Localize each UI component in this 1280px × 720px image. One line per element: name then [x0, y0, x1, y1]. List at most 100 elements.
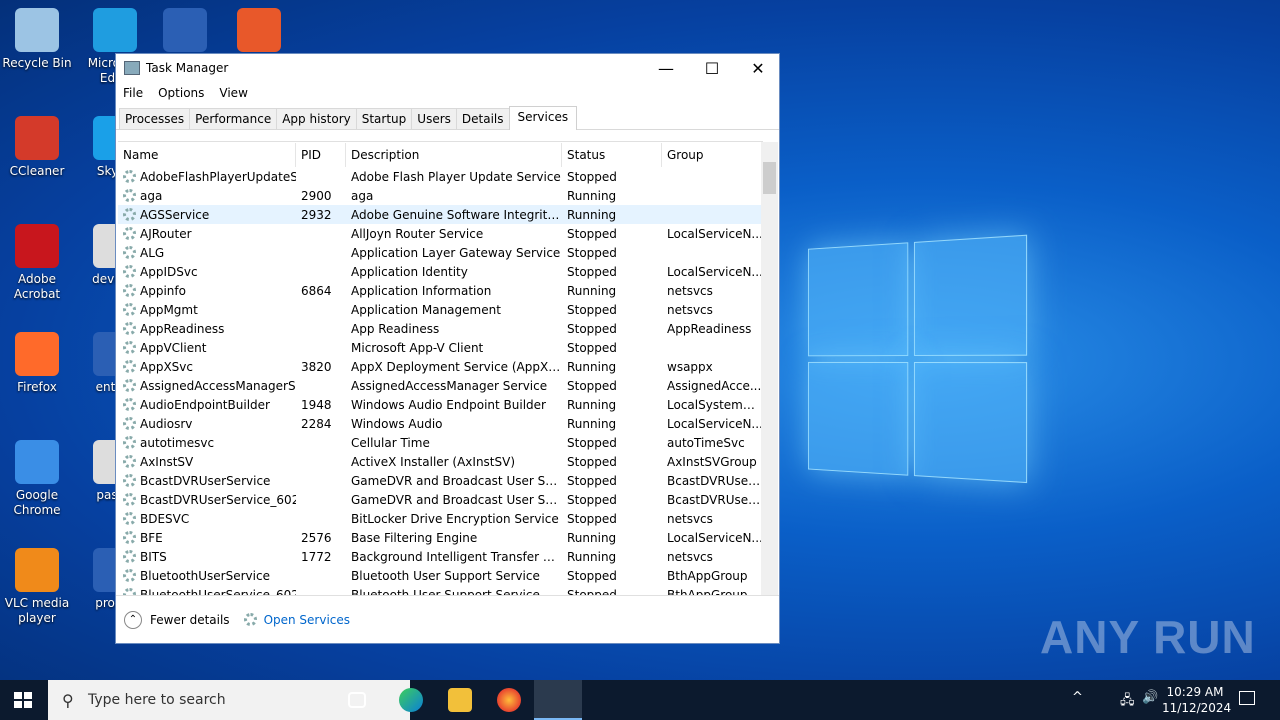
tab-processes[interactable]: Processes: [119, 108, 191, 129]
cell-status: Stopped: [567, 435, 617, 450]
table-row[interactable]: AGSService 2932 Adobe Genuine Software Int…: [118, 205, 763, 224]
table-row[interactable]: AppXSvc 3820 AppX Deployment Service (AppX…: [118, 357, 763, 376]
desktop-icon[interactable]: Recycle Bin: [0, 8, 74, 71]
table-row[interactable]: aga 2900 aga Running: [118, 186, 763, 205]
open-services-link[interactable]: Open Services: [264, 613, 350, 627]
service-gear-icon: [123, 246, 136, 259]
network-icon[interactable]: 🖧: [1120, 691, 1135, 713]
task-manager-taskbar-button[interactable]: [534, 680, 582, 720]
taskbar: ⚲ Type here to search ^ 🖧 🔊 10:29 AM 11/…: [0, 680, 1280, 720]
tab-details[interactable]: Details: [455, 108, 510, 129]
desktop-icon[interactable]: [148, 8, 222, 56]
cell-group: LocalSystemN...: [667, 397, 763, 412]
menu-options[interactable]: Options: [158, 86, 204, 100]
column-header-group[interactable]: Group: [662, 143, 763, 167]
service-gear-icon: [123, 189, 136, 202]
tab-startup[interactable]: Startup: [355, 108, 413, 129]
table-row[interactable]: BcastDVRUserService_6028a GameDVR and Bro…: [118, 490, 763, 509]
service-name: AssignedAccessManagerSvc: [140, 378, 296, 393]
cell-name: AdobeFlashPlayerUpdateSvc: [118, 170, 296, 184]
cell-status: Stopped: [567, 454, 617, 469]
cell-name: ALG: [118, 246, 296, 260]
start-button[interactable]: [14, 692, 32, 708]
service-name: AxInstSV: [140, 454, 194, 469]
minimize-button[interactable]: —: [643, 54, 689, 82]
cell-description: GameDVR and Broadcast User Servic...: [351, 492, 562, 507]
table-row[interactable]: autotimesvc Cellular Time Stopped autoTimeS…: [118, 433, 763, 452]
table-row[interactable]: BcastDVRUserService GameDVR and Broadcast…: [118, 471, 763, 490]
cell-group: netsvcs: [667, 302, 713, 317]
tab-app-history[interactable]: App history: [276, 108, 357, 129]
cell-description: BitLocker Drive Encryption Service: [351, 511, 559, 526]
cell-group: netsvcs: [667, 549, 713, 564]
close-button[interactable]: ✕: [735, 54, 781, 82]
tab-bar: Processes Performance App history Startup Us…: [116, 104, 779, 130]
file-explorer-icon[interactable]: [448, 688, 472, 712]
table-row[interactable]: ALG Application Layer Gateway Service Stop…: [118, 243, 763, 262]
cell-description: Cellular Time: [351, 435, 430, 450]
clock[interactable]: 10:29 AM 11/12/2024: [1162, 684, 1231, 716]
table-row[interactable]: Appinfo 6864 Application Information Runnin…: [118, 281, 763, 300]
tab-performance[interactable]: Performance: [189, 108, 278, 129]
desktop-icon[interactable]: Google Chrome: [0, 440, 74, 518]
table-row[interactable]: AppIDSvc Application Identity Stopped Local…: [118, 262, 763, 281]
edge-icon[interactable]: [399, 688, 423, 712]
chevron-up-icon[interactable]: ⌃: [124, 610, 142, 629]
maximize-button[interactable]: ☐: [689, 54, 735, 82]
cell-group: LocalServiceN...: [667, 226, 763, 241]
service-gear-icon: [123, 265, 136, 278]
fewer-details-button[interactable]: Fewer details: [150, 613, 230, 627]
table-row[interactable]: AdobeFlashPlayerUpdateSvc Adobe Flash Pla…: [118, 167, 763, 186]
clock-time: 10:29 AM: [1166, 685, 1224, 699]
cell-pid: 1772: [301, 549, 332, 564]
service-name: AppReadiness: [140, 321, 225, 336]
table-row[interactable]: AssignedAccessManagerSvc AssignedAccessMa…: [118, 376, 763, 395]
notification-icon[interactable]: [1239, 691, 1255, 705]
table-row[interactable]: BluetoothUserService Bluetooth User Suppo…: [118, 566, 763, 585]
firefox-icon[interactable]: [497, 688, 521, 712]
tab-services[interactable]: Services: [508, 106, 578, 130]
cell-status: Stopped: [567, 169, 617, 184]
service-name: AppIDSvc: [140, 264, 198, 279]
column-header-status[interactable]: Status: [562, 143, 662, 167]
tab-users[interactable]: Users: [411, 108, 457, 129]
table-row[interactable]: AppReadiness App Readiness Stopped AppReadi…: [118, 319, 763, 338]
service-gear-icon: [123, 417, 136, 430]
cell-status: Running: [567, 530, 617, 545]
vertical-scrollbar[interactable]: [761, 142, 778, 596]
desktop-icon[interactable]: [222, 8, 296, 56]
app-icon: [15, 8, 59, 52]
desktop-icon[interactable]: VLC media player: [0, 548, 74, 626]
volume-icon[interactable]: 🔊: [1142, 690, 1158, 705]
cell-pid: 2900: [301, 188, 332, 203]
desktop-icon[interactable]: Firefox: [0, 332, 74, 395]
table-row[interactable]: AppVClient Microsoft App-V Client Stopped: [118, 338, 763, 357]
cell-description: Bluetooth User Support Service: [351, 568, 540, 583]
task-view-icon[interactable]: [348, 692, 366, 708]
table-row[interactable]: AxInstSV ActiveX Installer (AxInstSV) Stop…: [118, 452, 763, 471]
column-header-name[interactable]: Name: [118, 143, 296, 167]
cell-description: Base Filtering Engine: [351, 530, 478, 545]
desktop-icon[interactable]: CCleaner: [0, 116, 74, 179]
cell-description: ActiveX Installer (AxInstSV): [351, 454, 516, 469]
column-header-pid[interactable]: PID: [296, 143, 346, 167]
service-name: AGSService: [140, 207, 210, 222]
table-row[interactable]: BDESVC BitLocker Drive Encryption Service…: [118, 509, 763, 528]
service-name: BDESVC: [140, 511, 190, 526]
tray-chevron-icon[interactable]: ^: [1072, 690, 1083, 705]
scroll-thumb[interactable]: [763, 162, 776, 194]
cell-description: App Readiness: [351, 321, 440, 336]
column-header-description[interactable]: Description: [346, 143, 562, 167]
service-name: AudioEndpointBuilder: [140, 397, 270, 412]
service-gear-icon: [123, 493, 136, 506]
table-row[interactable]: AJRouter AllJoyn Router Service Stopped Loc…: [118, 224, 763, 243]
menu-file[interactable]: File: [123, 86, 143, 100]
menu-view[interactable]: View: [219, 86, 247, 100]
table-row[interactable]: BFE 2576 Base Filtering Engine Running Local…: [118, 528, 763, 547]
table-row[interactable]: Audiosrv 2284 Windows Audio Running LocalSer…: [118, 414, 763, 433]
table-row[interactable]: AppMgmt Application Management Stopped nets…: [118, 300, 763, 319]
table-row[interactable]: AudioEndpointBuilder 1948 Windows Audio En…: [118, 395, 763, 414]
cell-name: AppReadiness: [118, 322, 296, 336]
table-row[interactable]: BITS 1772 Background Intelligent Transfer …: [118, 547, 763, 566]
desktop-icon[interactable]: Adobe Acrobat: [0, 224, 74, 302]
